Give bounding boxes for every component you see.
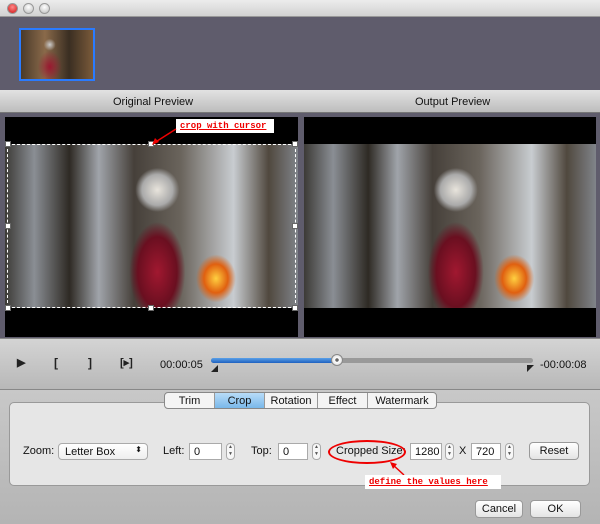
height-stepper[interactable]: ▲ ▼ bbox=[505, 443, 514, 460]
crop-handle[interactable] bbox=[292, 141, 298, 147]
original-preview[interactable]: crop with cursor bbox=[5, 117, 298, 337]
zoom-button[interactable] bbox=[39, 3, 50, 14]
reset-button[interactable]: Reset bbox=[529, 442, 579, 460]
crop-handle[interactable] bbox=[292, 305, 298, 311]
tab-watermark[interactable]: Watermark bbox=[368, 393, 436, 408]
left-stepper[interactable]: ▲ ▼ bbox=[226, 443, 235, 460]
timeline-progress bbox=[211, 358, 337, 363]
close-button[interactable] bbox=[7, 3, 18, 14]
mark-out-button[interactable]: ] bbox=[88, 356, 92, 370]
annotation-arrow-icon bbox=[152, 128, 177, 145]
timeline-slider[interactable] bbox=[211, 354, 533, 366]
crop-handle[interactable] bbox=[148, 305, 154, 311]
trim-start-marker[interactable] bbox=[211, 365, 218, 372]
select-arrows-icon: ⬍ bbox=[135, 445, 142, 454]
zoom-label: Zoom: bbox=[23, 445, 55, 457]
top-stepper[interactable]: ▲ ▼ bbox=[312, 443, 321, 460]
crop-rectangle[interactable] bbox=[7, 144, 296, 308]
current-time: 00:00:05 bbox=[160, 359, 203, 371]
video-thumbnail[interactable] bbox=[19, 28, 95, 81]
output-preview bbox=[304, 117, 596, 337]
tab-trim[interactable]: Trim bbox=[165, 393, 215, 408]
ok-button[interactable]: OK bbox=[530, 500, 581, 518]
cancel-button[interactable]: Cancel bbox=[475, 500, 523, 518]
crop-width-input[interactable]: 1280 bbox=[410, 443, 442, 460]
output-video-frame bbox=[304, 144, 596, 308]
original-preview-label: Original Preview bbox=[113, 96, 194, 108]
remaining-time: -00:00:08 bbox=[540, 359, 587, 371]
left-label: Left: bbox=[163, 445, 185, 457]
left-input[interactable]: 0 bbox=[189, 443, 222, 460]
crop-annotation: crop with cursor bbox=[176, 119, 274, 133]
mark-in-button[interactable]: [ bbox=[54, 356, 58, 370]
minimize-button[interactable] bbox=[23, 3, 34, 14]
timeline-knob[interactable] bbox=[330, 354, 343, 366]
next-frame-button[interactable]: [▸] bbox=[120, 356, 133, 369]
playback-controls: ▶ [ ] [▸] 00:00:05 -00:00:08 bbox=[0, 338, 600, 390]
width-stepper[interactable]: ▲ ▼ bbox=[445, 443, 454, 460]
tab-effect[interactable]: Effect bbox=[318, 393, 368, 408]
crop-handle[interactable] bbox=[5, 305, 11, 311]
play-button[interactable]: ▶ bbox=[17, 356, 25, 369]
title-bar bbox=[0, 0, 600, 17]
size-annotation: define the values here bbox=[365, 475, 501, 489]
size-separator: X bbox=[459, 445, 467, 457]
zoom-select[interactable]: Letter Box ⬍ bbox=[58, 443, 148, 460]
tab-crop[interactable]: Crop bbox=[215, 393, 265, 408]
top-label: Top: bbox=[251, 445, 272, 457]
top-input[interactable]: 0 bbox=[278, 443, 308, 460]
edit-tabs: Trim Crop Rotation Effect Watermark bbox=[164, 392, 437, 409]
crop-handle[interactable] bbox=[292, 223, 298, 229]
trim-end-marker[interactable] bbox=[527, 365, 534, 372]
crop-handle[interactable] bbox=[5, 223, 11, 229]
crop-handle[interactable] bbox=[5, 141, 11, 147]
tab-rotation[interactable]: Rotation bbox=[265, 393, 318, 408]
crop-height-input[interactable]: 720 bbox=[471, 443, 501, 460]
zoom-value: Letter Box bbox=[65, 446, 116, 458]
preview-header: Original Preview Output Preview bbox=[0, 90, 600, 113]
output-preview-label: Output Preview bbox=[415, 96, 491, 108]
